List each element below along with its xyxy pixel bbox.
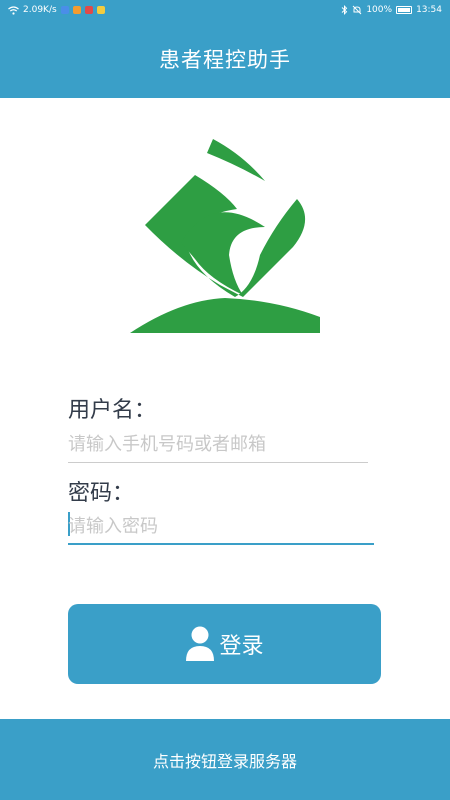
login-button-label: 登录 (219, 633, 264, 658)
password-underline (68, 543, 374, 545)
footer-login-hint: 点击按钮登录服务器 (152, 751, 297, 771)
status-bar-right: 100% 13:54 (341, 5, 442, 15)
app-notification-icon (84, 6, 93, 14)
app-notification-icon (60, 6, 69, 14)
status-time: 13:54 (416, 5, 442, 15)
password-input[interactable] (68, 512, 373, 540)
battery-percent: 100% (366, 5, 393, 15)
page-title: 患者程控助手 (159, 48, 291, 72)
username-input[interactable] (68, 430, 368, 458)
battery-icon (396, 6, 413, 14)
status-bar: 2.09K/s 100% 13:54 (0, 0, 450, 20)
network-speed: 2.09K/s (23, 5, 57, 15)
app-logo (130, 139, 320, 333)
login-button[interactable]: 登录 (68, 604, 381, 684)
app-notification-icon (96, 6, 105, 14)
username-underline (68, 462, 368, 463)
user-icon (186, 626, 215, 661)
mute-icon (352, 5, 362, 15)
app-notification-icon (72, 6, 81, 14)
wifi-icon (8, 5, 19, 15)
password-label: 密码： (68, 481, 135, 506)
app-header: 患者程控助手 (0, 20, 450, 98)
username-label: 用户名： (68, 398, 157, 423)
footer-bar[interactable]: 点击按钮登录服务器 (0, 719, 450, 800)
bluetooth-icon (341, 5, 348, 15)
status-bar-left: 2.09K/s (8, 5, 105, 15)
